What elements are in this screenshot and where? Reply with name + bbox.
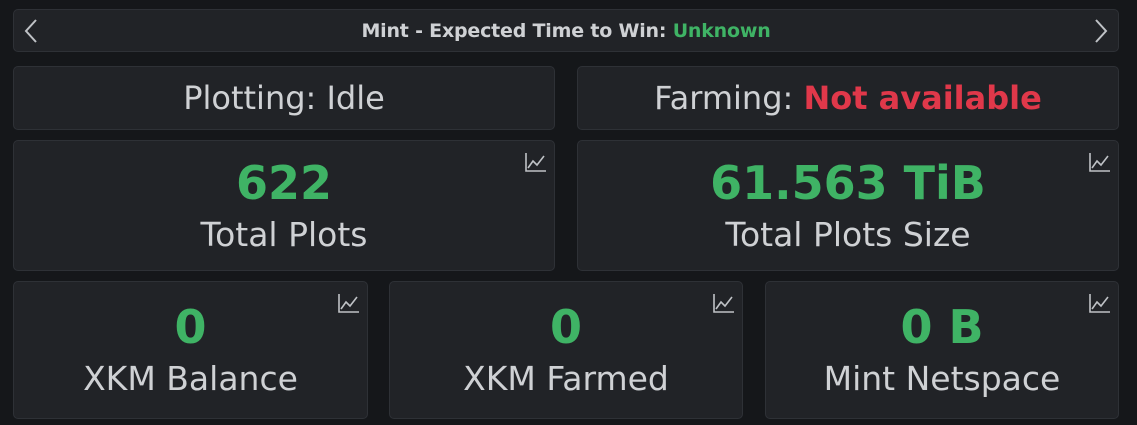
total-plots-card: 622 Total Plots — [13, 140, 555, 271]
total-plots-size-card: 61.563 TiB Total Plots Size — [577, 140, 1119, 271]
plotting-status-panel: Plotting: Idle — [13, 66, 555, 130]
total-plots-value: 622 — [235, 155, 333, 210]
mint-netspace-label: Mint Netspace — [823, 359, 1061, 398]
total-plots-size-value: 61.563 TiB — [710, 155, 986, 210]
chart-line-icon[interactable] — [524, 151, 548, 173]
farming-status-label: Farming: — [654, 79, 794, 117]
xkm-balance-value: 0 — [174, 300, 207, 354]
xkm-balance-label: XKM Balance — [83, 359, 298, 398]
xkm-farmed-card: 0 XKM Farmed — [389, 281, 743, 419]
chart-line-icon[interactable] — [337, 292, 361, 314]
plotting-status: Plotting: Idle — [183, 79, 385, 117]
chart-line-icon[interactable] — [1088, 151, 1112, 173]
farming-status-value: Not available — [803, 79, 1042, 117]
expected-time-to-win: Mint - Expected Time to Win: Unknown — [361, 20, 770, 42]
expected-time-value: Unknown — [672, 19, 771, 42]
chart-line-icon[interactable] — [712, 292, 736, 314]
mint-netspace-card: 0 B Mint Netspace — [765, 281, 1119, 419]
farming-status-panel: Farming: Not available — [577, 66, 1119, 130]
xkm-farmed-label: XKM Farmed — [463, 359, 669, 398]
next-blockchain-button[interactable] — [1086, 10, 1116, 51]
expected-time-label: Mint - Expected Time to Win: — [361, 19, 673, 42]
previous-blockchain-button[interactable] — [16, 10, 46, 51]
blockchain-header: Mint - Expected Time to Win: Unknown — [13, 9, 1119, 52]
total-plots-size-label: Total Plots Size — [725, 214, 971, 254]
xkm-farmed-value: 0 — [549, 300, 582, 354]
total-plots-label: Total Plots — [200, 214, 368, 254]
chevron-left-icon — [24, 18, 37, 43]
mint-netspace-value: 0 B — [900, 300, 984, 354]
chart-line-icon[interactable] — [1088, 292, 1112, 314]
chevron-right-icon — [1095, 18, 1108, 43]
xkm-balance-card: 0 XKM Balance — [13, 281, 368, 419]
